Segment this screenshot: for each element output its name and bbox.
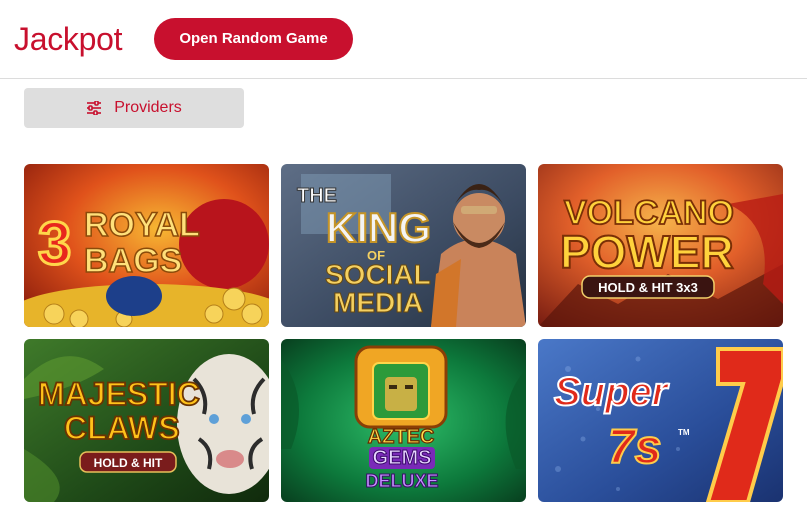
game-title-line: 3	[38, 210, 71, 277]
game-title-line: BAGS	[84, 242, 182, 280]
game-title-line: MEDIA	[333, 287, 423, 318]
game-tile-volcano-power[interactable]: VOLCANO POWER HOLD & HIT 3x3	[538, 164, 783, 327]
game-title-line: HOLD & HIT	[94, 456, 163, 470]
game-title-line: KING	[326, 204, 431, 251]
sliders-icon	[86, 101, 102, 115]
game-title-line: SOCIAL	[325, 259, 431, 290]
game-tile-majestic-claws[interactable]: MAJESTIC CLAWS HOLD & HIT	[24, 339, 269, 502]
game-title-line: AZTEC	[368, 426, 435, 448]
game-title-line: GEMS	[373, 447, 432, 469]
game-title-line: 7s	[608, 421, 661, 474]
game-tile-aztec-gems-deluxe[interactable]: AZTEC GEMS DELUXE	[281, 339, 526, 502]
game-title-line: Super	[554, 370, 670, 414]
game-tile-3-royal-bags[interactable]: 3 ROYAL BAGS	[24, 164, 269, 327]
game-title-line: ROYAL	[84, 206, 200, 244]
game-tile-super-7s[interactable]: Super 7s TM	[538, 339, 783, 502]
open-random-game-button[interactable]: Open Random Game	[154, 18, 353, 60]
game-title-line: TM	[678, 428, 690, 437]
providers-filter-button[interactable]: Providers	[24, 88, 244, 128]
page-header: Jackpot Open Random Game	[0, 0, 807, 79]
providers-label: Providers	[114, 99, 182, 116]
game-title-line: HOLD & HIT 3x3	[598, 280, 698, 295]
game-title-line: POWER	[560, 226, 734, 278]
game-title-line: CLAWS	[64, 410, 180, 446]
game-title-line: MAJESTIC	[38, 376, 200, 412]
game-tile-the-king-of-social-media[interactable]: THE KING OF SOCIAL MEDIA	[281, 164, 526, 327]
game-title-line: DELUXE	[365, 471, 438, 491]
page-title: Jackpot	[14, 21, 123, 57]
